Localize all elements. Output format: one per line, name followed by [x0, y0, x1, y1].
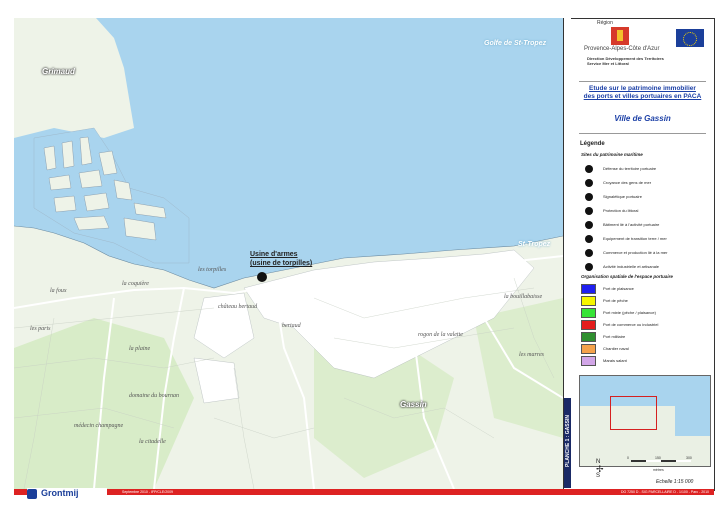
city-title: Ville de Gassin	[614, 114, 671, 123]
study-title-line: Etude sur le patrimoine immobilier	[589, 85, 696, 92]
place-label: médecin champagne	[74, 423, 124, 429]
site-callout-line2: (usine de torpilles)	[250, 260, 313, 267]
commerce-icon	[585, 249, 593, 257]
sea-label-st-tropez: St-Tropez	[518, 241, 551, 248]
legend-swatch-item: Port de plaisance	[581, 284, 711, 294]
legend-panel: Région Provence-Alpes-Côte d'Azur Direct…	[571, 18, 715, 491]
site-callout-line1: Usine d'armes	[250, 251, 298, 258]
legend-swatch-item: Port mixte (pêche / plaisance)	[581, 308, 711, 318]
place-label: rogon de la valette	[418, 332, 463, 338]
legend-swatch-item: Port de pêche	[581, 296, 711, 306]
industry-icon	[585, 263, 593, 271]
direction-text: Direction Développement des Territoires …	[587, 56, 664, 66]
place-label: les marres	[519, 352, 544, 358]
footer-ref: DO 7250 D - SIG PARCELLAIRE D - 1/100 - …	[620, 490, 709, 494]
place-label: la bouillabaisse	[504, 294, 543, 300]
color-swatch	[581, 332, 596, 342]
town-label-grimaud: Grimaud	[42, 67, 75, 76]
legend-item-industry: Activité industrielle et artisanale	[581, 262, 711, 271]
legend-title: Légende	[580, 141, 605, 147]
logo-mark-icon	[27, 489, 37, 499]
legend-item-label: Défense du territoire portuaire	[603, 166, 657, 171]
legend-item-belief: Croyance des gens de mer	[581, 178, 711, 187]
footer-bar: Septembre 2010 - IFP/CLE/2009 DO 7250 D …	[14, 489, 714, 495]
logo-name: Grontmij	[41, 488, 79, 498]
legend-item-label: Equipement de transition terre / mer	[603, 236, 667, 241]
scale-unit: mètres	[653, 468, 664, 472]
legend-swatch-item: Marais salant	[581, 356, 711, 366]
study-title: Etude sur le patrimoine immobilier des p…	[571, 85, 714, 101]
legend-swatch-item: Port militaire	[581, 332, 711, 342]
legend-item-label: Port de commerce ou industriel	[603, 322, 659, 327]
legend-item-commerce: Commerce et production lié à la mer	[581, 248, 711, 257]
legend-item-defense: Défense du territoire portuaire	[581, 164, 711, 173]
legend-swatch-item: Chantier naval	[581, 344, 711, 354]
legend-item-label: Croyance des gens de mer	[603, 180, 652, 185]
org-section-title: Organisation spatiale de l'espace portua…	[581, 274, 673, 279]
legend-item-protection: Protection du littoral	[581, 206, 711, 215]
color-swatch	[581, 308, 596, 318]
place-label: bertaud	[282, 323, 301, 329]
grontmij-logo: Grontmij	[27, 488, 107, 500]
legend-item-building: Bâtiment lié à l'activité portuaire	[581, 220, 711, 229]
protection-icon	[585, 207, 593, 215]
defense-icon	[585, 165, 593, 173]
legend-swatch-item: Port de commerce ou industriel	[581, 320, 711, 330]
town-label-gassin: Gassin	[400, 400, 427, 409]
place-label: château bertaud	[218, 304, 258, 310]
sea-label-gulf: Golfe de St-Tropez	[484, 40, 547, 47]
color-swatch	[581, 356, 596, 366]
sites-section-title: Sites du patrimoine maritime	[581, 152, 643, 157]
belief-icon	[585, 179, 593, 187]
legend-item-label: Marais salant	[603, 358, 627, 363]
equipment-icon	[585, 235, 593, 243]
legend-item-label: Commerce et production lié à la mer	[603, 250, 668, 255]
region-full-name: Provence-Alpes-Côte d'Azur	[584, 46, 660, 52]
legend-item-label: Protection du littoral	[603, 208, 639, 213]
direction-line: Service Mer et Littoral	[587, 61, 629, 66]
study-title-line: des ports et villes portuaires en PACA	[583, 93, 702, 100]
scale-label: 0	[627, 456, 629, 460]
place-label: domaine du bournan	[129, 393, 179, 399]
inset-extent-frame	[610, 396, 657, 430]
inset-sea	[675, 376, 710, 436]
legend-item-label: Chantier naval	[603, 346, 629, 351]
legend-item-signage: Signalétique portuaire	[581, 192, 711, 201]
place-label: la coquière	[122, 281, 149, 287]
place-label: les torpilles	[198, 267, 227, 273]
signage-icon	[585, 193, 593, 201]
legend-item-label: Port mixte (pêche / plaisance)	[603, 310, 656, 315]
north-arrow-icon: N ✢ S	[596, 459, 604, 479]
scale-text: Echelle 1:15 000	[656, 479, 694, 485]
place-label: la citadelle	[139, 439, 166, 445]
place-label: la foux	[50, 288, 67, 294]
color-swatch	[581, 344, 596, 354]
footer-date: Septembre 2010 - IFP/CLE/2009	[122, 490, 173, 494]
map[interactable]: Golfe de St-Tropez St-Tropez Grimaud Gas…	[14, 18, 563, 489]
divider	[579, 133, 706, 134]
legend-item-label: Bâtiment lié à l'activité portuaire	[603, 222, 660, 227]
color-swatch	[581, 320, 596, 330]
building-icon	[585, 221, 593, 229]
color-swatch	[581, 284, 596, 294]
region-name: Région	[597, 20, 613, 26]
region-logo	[611, 27, 629, 45]
industry-icon[interactable]	[257, 272, 267, 282]
legend-item-label: Port de plaisance	[603, 286, 634, 291]
legend-item-label: Activité industrielle et artisanale	[603, 264, 660, 269]
color-swatch	[581, 296, 596, 306]
legend-item-label: Port militaire	[603, 334, 626, 339]
legend-item-label: Port de pêche	[603, 298, 628, 303]
legend-item-label: Signalétique portuaire	[603, 194, 642, 199]
legend-item-equipment: Equipement de transition terre / mer	[581, 234, 711, 243]
place-label: la plaine	[129, 346, 151, 352]
location-inset-map	[579, 375, 711, 467]
divider	[579, 81, 706, 82]
eu-flag-icon	[676, 29, 704, 47]
place-label: les paris	[30, 326, 51, 332]
site-callout[interactable]: Usine d'armes (usine de torpilles)	[250, 250, 312, 268]
scale-bar	[631, 460, 691, 462]
